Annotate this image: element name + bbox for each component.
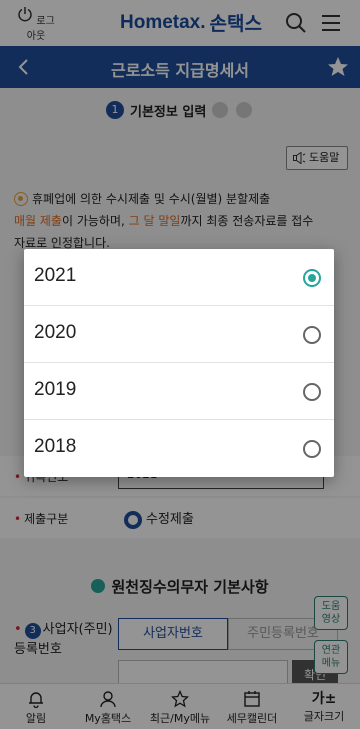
year-option-2021[interactable]: 2021	[24, 249, 334, 306]
step-label: 기본정보 입력	[130, 105, 207, 120]
related-menu-button[interactable]: 연관메뉴	[314, 640, 348, 674]
title-bar: 근로소득 지급명세서	[0, 46, 360, 88]
notice-highlight-b: 그 달 말일	[128, 214, 181, 228]
nav-recent-my-menu[interactable]: 최근/My메뉴	[144, 684, 216, 729]
submit-type-radio[interactable]: 수정제출	[124, 508, 194, 529]
speaker-icon	[293, 152, 306, 164]
business-tabs: 사업자번호 주민등록번호	[118, 618, 338, 650]
notice-line-2: 매월 제출이 가능하며, 그 달 말일까지 최종 전송자료를 접수	[14, 210, 348, 232]
related-menu-line2: 메뉴	[321, 658, 341, 669]
submit-type-label-wrap: • 제출구분	[14, 512, 69, 526]
power-icon	[18, 7, 32, 22]
business-label: • 3 사업자(주민) 등록번호	[14, 622, 113, 657]
step-dot-3	[236, 102, 252, 118]
top-header: 로그아웃 Hometax. 손택스	[0, 0, 360, 46]
year-option-label: 2018	[34, 436, 77, 457]
logout-button[interactable]: 로그아웃	[14, 6, 58, 42]
notice-highlight-a: 매월 제출	[14, 214, 62, 228]
business-step-number: 3	[24, 623, 41, 639]
logo-text: Hometax.	[120, 11, 206, 33]
nav-label-tax-calendar: 세무캘린더	[226, 712, 278, 725]
section-title-text: 원천징수의무자 기본사항	[111, 578, 269, 596]
business-label-line2: 등록번호	[14, 642, 62, 657]
radio-unchecked-icon	[303, 440, 321, 458]
star-outline-icon	[171, 690, 189, 708]
help-video-line1: 도움	[321, 601, 341, 612]
person-icon	[100, 691, 116, 708]
help-button[interactable]: 도움말	[286, 146, 348, 170]
radio-selected-icon	[124, 510, 142, 529]
text-size-icon: 가±	[311, 691, 337, 707]
submit-type-value: 수정제출	[146, 512, 194, 527]
tab-business-number[interactable]: 사업자번호	[118, 618, 228, 650]
year-option-2018[interactable]: 2018	[24, 420, 334, 477]
year-select-dialog: 2021 2020 2019 2018	[24, 249, 334, 477]
notice-text: 휴폐업에 의한 수시제출 및 수시(월별) 분할제출 매월 제출이 가능하며, …	[14, 188, 348, 254]
info-bullet-icon	[14, 192, 28, 206]
bell-icon	[29, 692, 43, 708]
submit-type-row: • 제출구분 수정제출	[0, 498, 360, 538]
hamburger-menu-icon[interactable]	[320, 12, 342, 34]
bottom-nav: 알림 My홈택스 최근/My메뉴 세무캘린더 가± 글자크기	[0, 683, 360, 729]
year-option-label: 2019	[34, 379, 77, 400]
search-icon[interactable]	[284, 11, 308, 35]
nav-label-my-hometax: My홈택스	[84, 712, 132, 725]
nav-label-notifications: 알림	[25, 712, 47, 725]
step-number: 1	[106, 101, 124, 119]
submit-type-label: 제출구분	[24, 512, 69, 526]
page-title: 근로소득 지급명세서	[110, 61, 250, 80]
business-number-input[interactable]	[118, 660, 288, 683]
calendar-icon	[244, 691, 260, 707]
help-video-line2: 영상	[321, 614, 341, 625]
business-label-line1: 사업자(주민)	[42, 622, 113, 637]
hometax-logo[interactable]: Hometax. 손택스	[120, 9, 262, 36]
year-option-2019[interactable]: 2019	[24, 363, 334, 420]
step-indicator: 1 기본정보 입력	[0, 96, 360, 124]
radio-unchecked-icon	[303, 326, 321, 344]
year-option-2020[interactable]: 2020	[24, 306, 334, 363]
radio-checked-icon	[303, 269, 321, 287]
section-arrow-icon	[91, 579, 106, 593]
year-option-label: 2021	[34, 265, 77, 286]
nav-notifications[interactable]: 알림	[0, 684, 72, 729]
nav-my-hometax[interactable]: My홈택스	[72, 684, 144, 729]
related-menu-line1: 연관	[321, 645, 341, 656]
favorite-star-icon[interactable]	[326, 55, 350, 79]
radio-unchecked-icon	[303, 383, 321, 401]
help-label: 도움말	[309, 151, 340, 164]
notice-line-1: 휴폐업에 의한 수시제출 및 수시(월별) 분할제출	[32, 192, 271, 206]
section-title: 원천징수의무자 기본사항	[0, 576, 360, 597]
nav-text-size[interactable]: 가± 글자크기	[288, 684, 360, 729]
notice-plain-a: 이 가능하며,	[61, 214, 125, 228]
nav-label-text-size: 글자크기	[303, 710, 345, 723]
nav-tax-calendar[interactable]: 세무캘린더	[216, 684, 288, 729]
year-option-label: 2020	[34, 322, 77, 343]
step-dot-2	[212, 102, 228, 118]
help-video-button[interactable]: 도움영상	[314, 596, 348, 630]
nav-label-recent-my-menu: 최근/My메뉴	[149, 712, 211, 725]
notice-plain-b: 까지 최종 전송자료를 접수	[180, 214, 314, 228]
logo-sub: 손택스	[209, 14, 262, 35]
